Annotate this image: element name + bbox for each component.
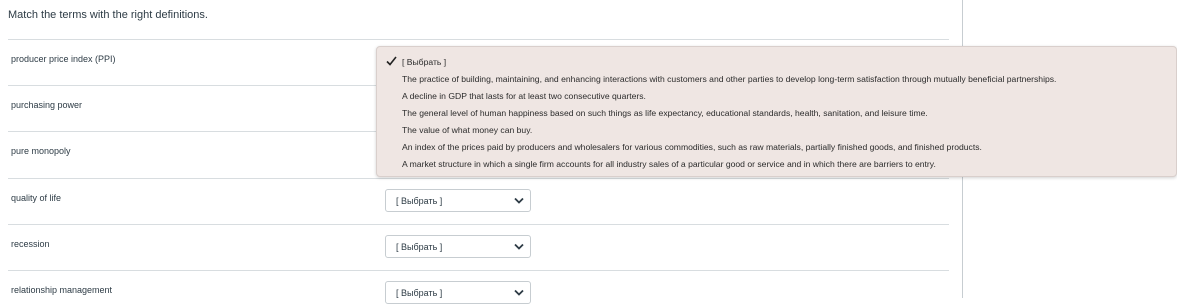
term-label: relationship management [11,285,113,295]
select-value: [ Выбрать ] [396,242,443,252]
term-label: producer price index (PPI) [11,54,116,64]
row-divider [8,270,949,271]
select-value: [ Выбрать ] [396,288,443,298]
dropdown-option[interactable]: The general level of human happiness bas… [402,108,928,118]
definition-select[interactable]: [ Выбрать ] [385,189,531,212]
definition-select[interactable]: [ Выбрать ] [385,235,531,258]
dropdown-option[interactable]: [ Выбрать ] [402,57,446,67]
term-label: quality of life [11,193,62,203]
definition-select[interactable]: [ Выбрать ] [385,281,531,304]
definition-dropdown-list[interactable]: [ Выбрать ] The practice of building, ma… [376,46,1177,177]
row-divider [8,178,949,179]
chevron-down-icon [514,289,524,296]
instruction-text: Match the terms with the right definitio… [8,9,208,21]
select-value: [ Выбрать ] [396,196,443,206]
chevron-down-icon [514,243,524,250]
term-label: recession [11,239,50,249]
dropdown-option[interactable]: A market structure in which a single fir… [402,159,936,169]
term-label: pure monopoly [11,146,71,156]
dropdown-option[interactable]: An index of the prices paid by producers… [402,142,982,152]
term-label: purchasing power [11,100,83,110]
row-divider [8,224,949,225]
dropdown-option[interactable]: The practice of building, maintaining, a… [402,74,1056,84]
dropdown-option[interactable]: The value of what money can buy. [402,125,532,135]
chevron-down-icon [514,197,524,204]
row-divider [8,39,949,40]
dropdown-option[interactable]: A decline in GDP that lasts for at least… [402,91,646,101]
check-icon [386,56,397,66]
